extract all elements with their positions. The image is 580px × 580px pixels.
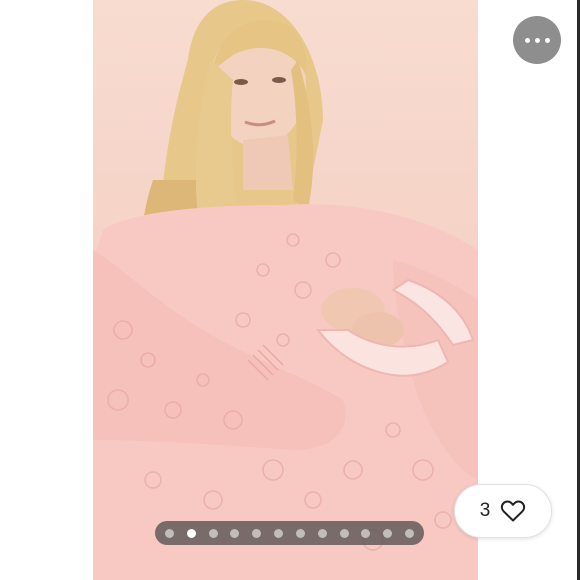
carousel-dot-5[interactable] bbox=[252, 528, 262, 538]
carousel-dot-3[interactable] bbox=[208, 528, 218, 538]
carousel-dot-4[interactable] bbox=[230, 528, 240, 538]
like-button[interactable]: 3 bbox=[454, 484, 552, 538]
model-illustration bbox=[93, 0, 478, 580]
carousel-dot-8[interactable] bbox=[317, 528, 327, 538]
carousel-dot-11[interactable] bbox=[383, 528, 393, 538]
carousel-dot-10[interactable] bbox=[361, 528, 371, 538]
carousel-dot-7[interactable] bbox=[295, 528, 305, 538]
more-horizontal-icon-dot bbox=[544, 37, 550, 43]
carousel-dot-2-active[interactable] bbox=[186, 528, 196, 538]
product-photo[interactable] bbox=[93, 0, 478, 580]
carousel-dot-9[interactable] bbox=[339, 528, 349, 538]
more-options-button[interactable] bbox=[513, 16, 561, 64]
carousel-dot-12[interactable] bbox=[404, 528, 414, 538]
more-horizontal-icon bbox=[524, 37, 530, 43]
like-count: 3 bbox=[479, 500, 491, 521]
carousel-pager bbox=[155, 521, 424, 545]
carousel-dot-6[interactable] bbox=[274, 528, 284, 538]
listing-image-viewer: 3 bbox=[0, 0, 580, 580]
carousel-dot-1[interactable] bbox=[165, 528, 174, 538]
heart-outline-icon bbox=[501, 500, 526, 522]
more-horizontal-icon-dot bbox=[534, 37, 540, 43]
